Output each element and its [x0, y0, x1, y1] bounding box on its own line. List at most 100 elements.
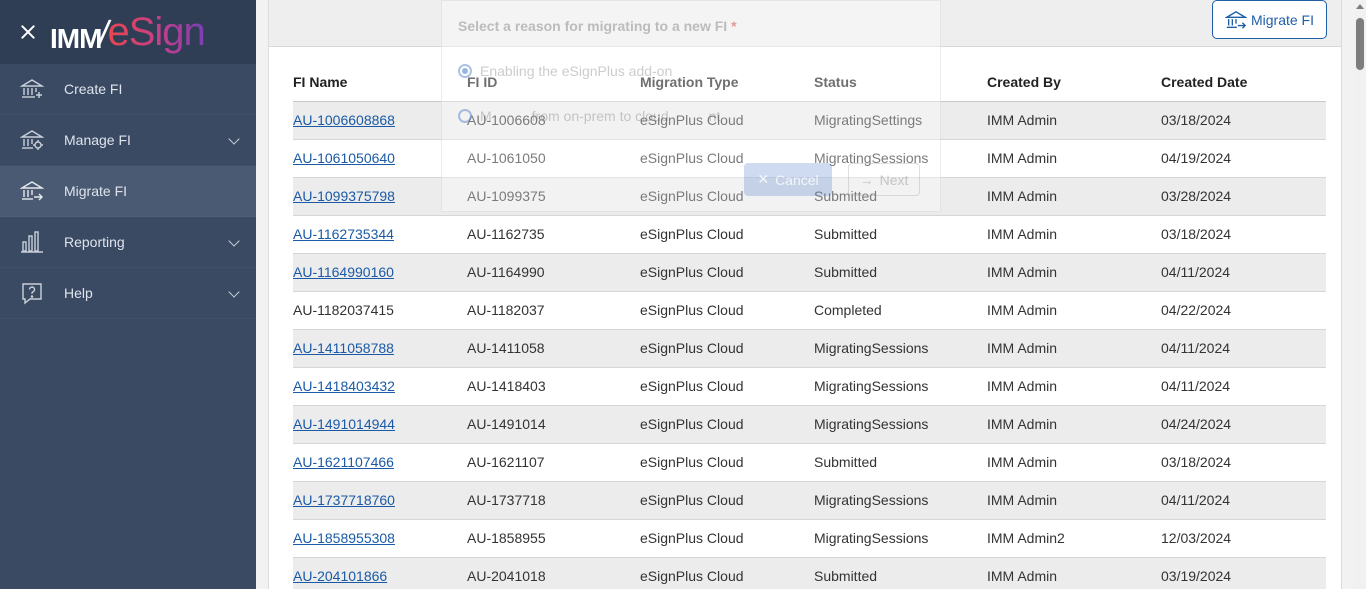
- sidebar-item-label: Help: [64, 285, 93, 301]
- cell-fi-id: AU-1164990: [467, 253, 640, 292]
- cell-fi-id: AU-1858955: [467, 519, 640, 558]
- reason-option-label-part: from on-prem to cloud: [531, 108, 669, 124]
- sidebar-item-reporting[interactable]: Reporting: [0, 217, 256, 268]
- cell-created-date-text: 03/19/2024: [1161, 568, 1232, 584]
- fi-name-link[interactable]: AU-1858955308: [293, 530, 395, 546]
- cell-fi-id: AU-1411058: [467, 329, 640, 368]
- reason-option-label: Enabling the eSignPlus add-on: [480, 63, 673, 79]
- cell-created-by-text: IMM Admin: [987, 150, 1058, 166]
- cell-created-by: IMM Admin: [987, 291, 1161, 330]
- cell-fi-id-text: AU-1491014: [467, 416, 546, 432]
- dialog-title: Select a reason for migrating to a new F…: [458, 18, 737, 34]
- header-created-by[interactable]: Created By: [987, 64, 1161, 102]
- radio-selected-icon: [458, 64, 472, 78]
- arrow-right-icon: →: [859, 171, 874, 188]
- cell-created-date: 03/18/2024: [1161, 443, 1326, 482]
- cell-created-by: IMM Admin: [987, 557, 1161, 589]
- cell-created-by-text: IMM Admin: [987, 492, 1058, 508]
- cell-fi-name: AU-1858955308: [293, 519, 467, 558]
- sidebar-item-help[interactable]: Help: [0, 268, 256, 319]
- page-scrollbar[interactable]: [1354, 0, 1366, 589]
- cell-migration-type: eSignPlus Cloud: [640, 367, 814, 406]
- cell-fi-name: AU-1182037415: [293, 291, 467, 330]
- scroll-thumb[interactable]: [1356, 18, 1364, 70]
- cell-created-by: IMM Admin: [987, 215, 1161, 254]
- migration-reason-dialog: Select a reason for migrating to a new F…: [441, 0, 941, 212]
- next-button[interactable]: → Next: [848, 163, 920, 196]
- cell-migration-type-text: eSignPlus Cloud: [640, 264, 744, 280]
- reason-option-label-part: nt: [708, 108, 721, 124]
- close-icon[interactable]: [18, 22, 38, 42]
- fi-name-link[interactable]: AU-1164990160: [293, 264, 394, 280]
- cancel-button[interactable]: ✕ Cancel: [744, 163, 832, 196]
- sidebar-item-manage-fi[interactable]: Manage FI: [0, 115, 256, 166]
- cell-created-date-text: 04/24/2024: [1161, 416, 1232, 432]
- cell-status: Submitted: [814, 215, 987, 254]
- cell-migration-type: eSignPlus Cloud: [640, 557, 814, 589]
- header-created-date[interactable]: Created Date: [1161, 64, 1326, 102]
- cell-status-text: MigratingSessions: [814, 492, 929, 508]
- fi-name-link[interactable]: AU-204101866: [293, 568, 387, 584]
- cell-status-text: MigratingSessions: [814, 416, 929, 432]
- cell-created-date: 04/11/2024: [1161, 329, 1326, 368]
- migrate-fi-button[interactable]: Migrate FI: [1212, 0, 1327, 39]
- fi-name-link[interactable]: AU-1162735344: [293, 226, 394, 242]
- cell-fi-name: AU-1411058788: [293, 329, 467, 368]
- fi-name-link[interactable]: AU-1621107466: [293, 454, 394, 470]
- cell-migration-type-text: eSignPlus Cloud: [640, 454, 744, 470]
- cell-migration-type-text: eSignPlus Cloud: [640, 340, 744, 356]
- cancel-button-label: Cancel: [775, 171, 819, 188]
- sidebar-item-label: Create FI: [64, 81, 123, 97]
- cell-status-text: Submitted: [814, 264, 878, 280]
- logo-esign-text: eSign: [107, 9, 205, 54]
- table-row: AU-1858955308 AU-1858955 eSignPlus Cloud Mi…: [293, 519, 1326, 558]
- cell-fi-name: AU-1621107466: [293, 443, 467, 482]
- cell-created-by: IMM Admin: [987, 443, 1161, 482]
- cell-created-date: 03/18/2024: [1161, 101, 1326, 140]
- cell-status-text: Submitted: [814, 454, 878, 470]
- cell-status: MigratingSessions: [814, 481, 987, 520]
- cell-fi-id-text: AU-1411058: [467, 340, 545, 356]
- cell-created-date: 03/19/2024: [1161, 557, 1326, 589]
- cell-created-by-text: IMM Admin: [987, 454, 1058, 470]
- cell-created-date-text: 03/18/2024: [1161, 112, 1232, 128]
- sidebar-item-label: Reporting: [64, 234, 125, 250]
- reason-option-cloud[interactable]: M from on-prem to cloud nt: [458, 108, 720, 124]
- cell-migration-type-text: eSignPlus Cloud: [640, 378, 744, 394]
- cell-created-by: IMM Admin: [987, 177, 1161, 216]
- table-row: AU-1164990160 AU-1164990 eSignPlus Cloud Su…: [293, 253, 1326, 292]
- fi-name-link[interactable]: AU-1061050640: [293, 150, 395, 166]
- reason-option-esignplus[interactable]: Enabling the eSignPlus add-on: [458, 63, 672, 79]
- sidebar-item-migrate-fi[interactable]: Migrate FI: [0, 166, 256, 217]
- fi-name-link[interactable]: AU-1737718760: [293, 492, 395, 508]
- table-row: AU-1162735344 AU-1162735 eSignPlus Cloud Su…: [293, 215, 1326, 254]
- close-icon: ✕: [757, 171, 770, 187]
- fi-name-link[interactable]: AU-1006608868: [293, 112, 395, 128]
- bank-arrow-icon: [20, 179, 44, 203]
- cell-status-text: Completed: [814, 302, 882, 318]
- table-row: AU-1411058788 AU-1411058 eSignPlus Cloud Mi…: [293, 329, 1326, 368]
- fi-name-link[interactable]: AU-1418403432: [293, 378, 395, 394]
- sidebar-item-create-fi[interactable]: Create FI: [0, 64, 256, 115]
- cell-status: Submitted: [814, 557, 987, 589]
- scroll-up-icon[interactable]: [1356, 4, 1364, 9]
- cell-status: Submitted: [814, 443, 987, 482]
- cell-migration-type: eSignPlus Cloud: [640, 519, 814, 558]
- cell-migration-type-text: eSignPlus Cloud: [640, 530, 744, 546]
- cell-migration-type: eSignPlus Cloud: [640, 443, 814, 482]
- radio-unselected-icon: [458, 109, 472, 123]
- cell-fi-id: AU-1621107: [467, 443, 640, 482]
- cell-created-date: 04/24/2024: [1161, 405, 1326, 444]
- cell-migration-type: eSignPlus Cloud: [640, 291, 814, 330]
- fi-name-link[interactable]: AU-1099375798: [293, 188, 395, 204]
- fi-name-link[interactable]: AU-1411058788: [293, 340, 394, 356]
- cell-status-text: MigratingSessions: [814, 530, 929, 546]
- cell-fi-name: AU-204101866: [293, 557, 467, 589]
- table-row: AU-204101866 AU-2041018 eSignPlus Cloud Sub…: [293, 557, 1326, 589]
- cell-status: MigratingSessions: [814, 405, 987, 444]
- fi-name-link[interactable]: AU-1491014944: [293, 416, 395, 432]
- cell-created-by-text: IMM Admin: [987, 226, 1058, 242]
- cell-created-by: IMM Admin2: [987, 519, 1161, 558]
- cell-created-by-text: IMM Admin: [987, 302, 1058, 318]
- cell-migration-type-text: eSignPlus Cloud: [640, 416, 744, 432]
